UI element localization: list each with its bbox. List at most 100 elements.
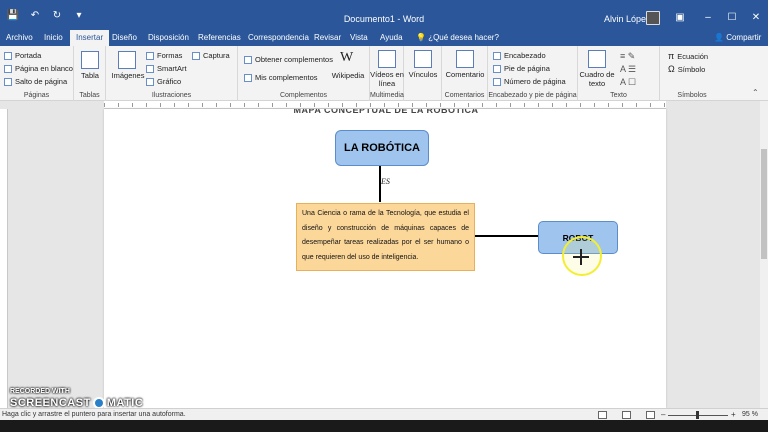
vertical-scrollbar[interactable]: [760, 101, 768, 408]
horizontal-ruler[interactable]: [104, 101, 666, 109]
wikipedia-button[interactable]: Wikipedia: [328, 71, 368, 80]
tab-inicio[interactable]: Inicio: [44, 33, 63, 42]
tab-archivo[interactable]: Archivo: [6, 33, 33, 42]
tab-correspondencia[interactable]: Correspondencia: [248, 33, 309, 42]
online-video-icon[interactable]: [378, 50, 396, 68]
screenshot-icon: [192, 51, 200, 60]
group-label-ilustraciones: Ilustraciones: [151, 92, 192, 99]
ribbon-insert: Portada Página en blanco Salto de página…: [0, 46, 768, 101]
captura-label: Captura: [203, 51, 230, 60]
salto-de-pagina-label: Salto de página: [15, 77, 68, 86]
encabezado-button[interactable]: Encabezado: [493, 51, 546, 60]
group-comentarios: Comentario Comentarios: [442, 46, 488, 101]
videos-en-linea-button[interactable]: Vídeos en línea: [370, 70, 404, 88]
pi-icon: π: [668, 51, 675, 61]
tab-insertar[interactable]: Insertar: [70, 30, 110, 46]
status-bar: Haga clic y arrastre el puntero para ins…: [0, 408, 768, 420]
collapse-ribbon-icon[interactable]: ⌃: [752, 88, 759, 97]
store-icon: [244, 55, 252, 64]
simbolo-label: Símbolo: [677, 64, 706, 74]
share-button[interactable]: 👤 Compartir: [714, 33, 761, 42]
drop-cap-icon[interactable]: A ☐: [620, 77, 636, 88]
encabezado-label: Encabezado: [504, 51, 546, 60]
mis-complementos-button[interactable]: Mis complementos: [244, 73, 318, 82]
simbolo-button[interactable]: Ω Símbolo: [668, 64, 705, 74]
wordart-icon[interactable]: A ☰: [620, 64, 636, 75]
cover-page-icon: [4, 51, 12, 60]
definition-node[interactable]: Una Ciencia o rama de la Tecnología, que…: [296, 203, 475, 271]
group-encabezado: Encabezado Pie de página Número de págin…: [488, 46, 578, 101]
captura-button[interactable]: Captura: [192, 51, 230, 60]
minimize-icon[interactable]: –: [698, 12, 718, 23]
link-icon[interactable]: [414, 50, 432, 68]
group-tablas: Tabla Tablas: [74, 46, 106, 101]
tell-me-label: ¿Qué desea hacer?: [428, 33, 499, 42]
grafico-button[interactable]: Gráfico: [146, 77, 181, 86]
obtener-complementos-label: Obtener complementos: [255, 55, 333, 64]
table-icon[interactable]: [81, 51, 99, 69]
group-vinculos: Vínculos: [404, 46, 442, 101]
vinculos-button[interactable]: Vínculos: [404, 70, 442, 79]
pagina-en-blanco-button[interactable]: Página en blanco: [4, 64, 73, 73]
zoom-in-icon[interactable]: +: [731, 410, 736, 419]
portada-button[interactable]: Portada: [4, 51, 41, 60]
comment-icon[interactable]: [456, 50, 474, 68]
status-message: Haga clic y arrastre el puntero para ins…: [2, 411, 186, 418]
tab-ayuda[interactable]: Ayuda: [380, 33, 403, 42]
crosshair-cursor-icon-vertical: [580, 249, 582, 265]
comentario-button[interactable]: Comentario: [442, 70, 488, 79]
tab-vista[interactable]: Vista: [350, 33, 368, 42]
numero-de-pagina-button[interactable]: Número de página: [493, 77, 566, 86]
zoom-level[interactable]: 95 %: [742, 411, 758, 418]
text-tools-icon[interactable]: ≡ ✎: [620, 51, 635, 62]
avatar[interactable]: [646, 11, 660, 25]
zoom-out-icon[interactable]: –: [661, 410, 665, 419]
tab-disposicion[interactable]: Disposición: [148, 33, 189, 42]
pie-de-pagina-label: Pie de página: [504, 64, 550, 73]
share-label: Compartir: [726, 33, 762, 42]
group-label-comentarios: Comentarios: [444, 92, 485, 99]
tell-me-search[interactable]: 💡 ¿Qué desea hacer?: [416, 33, 499, 42]
blank-page-icon: [4, 64, 12, 73]
print-layout-icon[interactable]: [622, 411, 631, 419]
horizontal-connector[interactable]: [475, 235, 539, 237]
tab-diseno[interactable]: Diseño: [112, 33, 137, 42]
smartart-button[interactable]: SmartArt: [146, 64, 187, 73]
video-bottom-band: [0, 420, 768, 432]
salto-de-pagina-button[interactable]: Salto de página: [4, 77, 67, 86]
page-number-icon: [493, 77, 501, 86]
group-label-simbolos: Símbolos: [677, 92, 707, 99]
text-box-icon[interactable]: [588, 50, 606, 68]
vertical-ruler[interactable]: [0, 109, 8, 408]
zoom-slider-thumb[interactable]: [696, 411, 699, 419]
tab-revisar[interactable]: Revisar: [314, 33, 341, 42]
images-icon[interactable]: [118, 51, 136, 69]
tab-referencias[interactable]: Referencias: [198, 33, 241, 42]
omega-icon: Ω: [668, 64, 675, 74]
group-simbolos: π Ecuación Ω Símbolo Símbolos: [660, 46, 724, 101]
cuadro-de-texto-button[interactable]: Cuadro de texto: [578, 70, 616, 88]
pie-de-pagina-button[interactable]: Pie de página: [493, 64, 550, 73]
web-layout-icon[interactable]: [646, 411, 655, 419]
formas-button[interactable]: Formas: [146, 51, 182, 60]
obtener-complementos-button[interactable]: Obtener complementos: [244, 55, 333, 64]
mis-complementos-label: Mis complementos: [255, 73, 318, 82]
page-heading: MAPA CONCEPTUAL DE LA ROBÓTICA: [293, 109, 479, 115]
user-name[interactable]: Alvin López: [604, 14, 651, 24]
group-texto: Cuadro de texto ≡ ✎ A ☰ A ☐ Texto: [578, 46, 660, 101]
group-label-encabezado: Encabezado y pie de página: [488, 92, 577, 99]
read-mode-icon[interactable]: [598, 411, 607, 419]
imagenes-button[interactable]: Imágenes: [108, 71, 148, 80]
tabla-button[interactable]: Tabla: [74, 71, 106, 80]
connector-label[interactable]: ES: [381, 177, 390, 186]
ribbon-display-icon[interactable]: ▣: [670, 12, 690, 23]
wikipedia-icon[interactable]: W: [340, 50, 353, 66]
group-label-paginas: Páginas: [23, 92, 50, 99]
footer-icon: [493, 64, 501, 73]
close-icon[interactable]: ✕: [746, 12, 766, 23]
scrollbar-thumb[interactable]: [761, 149, 767, 259]
ecuacion-button[interactable]: π Ecuación: [668, 51, 708, 61]
maximize-icon[interactable]: ☐: [722, 12, 742, 23]
main-concept-node[interactable]: LA ROBÓTICA: [335, 130, 429, 166]
group-ilustraciones: Imágenes Formas SmartArt Gráfico Captura…: [106, 46, 238, 101]
